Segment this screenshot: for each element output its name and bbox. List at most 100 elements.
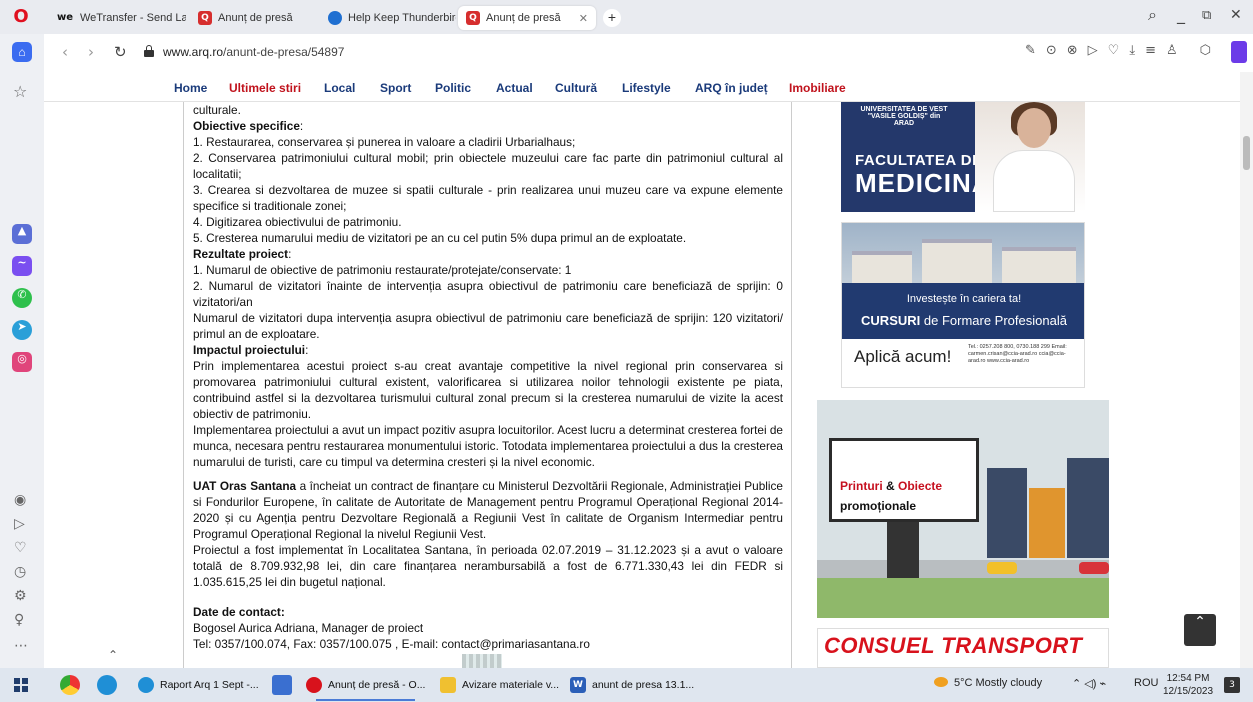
ad-title: CONSUEL TRANSPORT	[824, 633, 1083, 658]
nav-actual[interactable]: Actual	[496, 81, 533, 95]
minimize-button[interactable]: _	[1177, 5, 1185, 24]
ad-printuri-promotionale[interactable]: Printuri & Obiecte promoționale	[817, 400, 1109, 618]
whatsapp-icon[interactable]: ✆	[12, 288, 32, 308]
easy-setup-icon[interactable]: ≡	[1145, 43, 1156, 58]
snapshot-icon[interactable]: ⊙	[1046, 43, 1057, 58]
nav-politic[interactable]: Politic	[435, 81, 471, 95]
article-left-border	[183, 102, 184, 668]
taskbar-app-raport[interactable]: Raport Arq 1 Sept -...	[138, 673, 259, 697]
nav-home[interactable]: Home	[174, 81, 207, 95]
tab-thunderbird[interactable]: Help Keep Thunderbird Al	[320, 6, 456, 30]
result-item: 2. Numarul de vizitatori înainte de inte…	[193, 279, 783, 309]
reload-icon[interactable]: ↻	[114, 43, 127, 61]
instagram-icon[interactable]: ◎	[12, 352, 32, 372]
ad-apply: Aplică acum!	[854, 347, 952, 366]
play-icon[interactable]: ▷	[1088, 43, 1098, 58]
aria-icon[interactable]: ▲	[12, 224, 32, 244]
forward-icon[interactable]: ›	[88, 43, 94, 61]
close-window-button[interactable]: ✕	[1230, 7, 1242, 23]
nav-arq-judet[interactable]: ARQ în județ	[695, 81, 768, 95]
scroll-to-top-button[interactable]: ⌃	[1184, 614, 1216, 646]
road	[817, 560, 1109, 578]
history-icon[interactable]: ◷	[14, 564, 26, 580]
url-field[interactable]: www.arq.ro/anunt-de-presa/54897	[163, 45, 344, 59]
taskbar-app-word[interactable]: W anunt de presa 13.1...	[570, 673, 694, 697]
page-scrollbar[interactable]	[1240, 72, 1253, 668]
nav-cultura[interactable]: Cultură	[555, 81, 597, 95]
ad-cursuri-formare[interactable]: Investește în cariera ta! CURSURI de For…	[841, 222, 1085, 388]
ad-tagline: Investește în cariera ta!	[906, 293, 1022, 305]
weather-icon	[934, 677, 948, 687]
chevron-up-icon[interactable]: ⌃	[108, 648, 126, 666]
weather-widget[interactable]: 5°C Mostly cloudy	[934, 677, 1042, 689]
favorites-icon[interactable]: ♡	[14, 540, 27, 556]
ad-title-line2: MEDICINĂ	[855, 168, 992, 198]
notifications-icon[interactable]: 3	[1224, 677, 1240, 693]
sidebar-toggle[interactable]	[1231, 41, 1247, 63]
contact-heading: Date de contact:	[193, 605, 285, 619]
chrome-icon[interactable]	[60, 675, 80, 695]
downloads-icon[interactable]	[272, 675, 292, 695]
ad-title: Printuri & Obiecte	[840, 479, 943, 493]
restore-button[interactable]: ⧉	[1202, 8, 1211, 23]
tab-wetransfer[interactable]: we WeTransfer - Send Large F	[48, 6, 186, 30]
my-flow-icon[interactable]: ◉	[14, 492, 26, 508]
ad-facultatea-medicina[interactable]: UNIVERSITATEA DE VEST "VASILE GOLDIȘ" di…	[841, 102, 1085, 212]
settings-icon[interactable]: ⚙	[14, 588, 27, 604]
opera-sidebar: ⌂ ☆ ▲ ~ ✆ ➤ ◎ ◉ ▷ ♡ ◷ ⚙ ♀ ⋯	[0, 34, 44, 668]
objectives-heading: Obiective specifice:	[193, 119, 304, 133]
bookmarks-icon[interactable]: ☆	[13, 82, 27, 101]
objective-item: 1. Restaurarea, conservarea și punerea i…	[193, 135, 576, 149]
speed-dial-icon[interactable]: ⌂	[12, 42, 32, 62]
new-tab-button[interactable]: +	[603, 9, 621, 27]
ad-subtitle: promoționale	[840, 499, 917, 513]
messenger-icon[interactable]: ~	[12, 256, 32, 276]
tab-label: Help Keep Thunderbird Al	[348, 12, 456, 24]
billboard-post	[887, 522, 919, 578]
download-icon[interactable]: ⤓	[1129, 43, 1135, 58]
language-indicator[interactable]: ROU	[1134, 677, 1158, 689]
objective-item: 4. Digitizarea obiectivului de patrimoni…	[193, 215, 402, 229]
uat-paragraph: UAT Oras Santana a încheiat un contract …	[193, 479, 783, 541]
tab-anunt-active[interactable]: Q Anunț de presă ✕	[458, 6, 596, 30]
objective-item: 3. Crearea si dezvoltarea de muzee si sp…	[193, 183, 783, 213]
heart-icon[interactable]: ♡	[1108, 43, 1120, 58]
telegram-icon[interactable]: ➤	[12, 320, 32, 340]
nav-sport[interactable]: Sport	[380, 81, 411, 95]
windows-start-icon[interactable]	[14, 678, 28, 692]
extensions-icon[interactable]: ⬡	[1200, 43, 1211, 58]
taskbar-app-anunt[interactable]: Anunț de presă - O...	[306, 673, 425, 701]
clock[interactable]: 12:54 PM 12/15/2023	[1163, 672, 1213, 698]
back-icon[interactable]: ‹	[62, 43, 68, 61]
edge-icon[interactable]	[97, 675, 117, 695]
nav-ultimele-stiri[interactable]: Ultimele stiri	[229, 81, 301, 95]
player-icon[interactable]: ▷	[14, 516, 25, 532]
edit-icon[interactable]: ✎	[1025, 43, 1036, 58]
account-icon[interactable]: ♙	[1166, 43, 1178, 58]
opera-icon	[306, 677, 322, 693]
tray-icons[interactable]: ⌃ ◁) ⌁	[1072, 677, 1106, 690]
vpn-icon[interactable]: ⊗	[1067, 43, 1078, 58]
edge-icon	[138, 677, 154, 693]
nav-lifestyle[interactable]: Lifestyle	[622, 81, 671, 95]
opera-menu-icon[interactable]: O	[10, 6, 32, 28]
more-icon[interactable]: ⋯	[14, 638, 28, 654]
tab-anunt-1[interactable]: Q Anunț de presă	[190, 6, 318, 30]
scrollbar-thumb[interactable]	[1243, 136, 1250, 170]
impact-paragraph: Prin implementarea acestui proiect s-au …	[193, 359, 783, 421]
ad-banner-band	[842, 283, 1084, 339]
search-tabs-icon[interactable]: ⌕	[1148, 5, 1157, 25]
nav-imobiliare[interactable]: Imobiliare	[789, 81, 846, 95]
tips-icon[interactable]: ♀	[14, 612, 24, 628]
doctor-illustration	[975, 102, 1085, 212]
car-illustration	[987, 562, 1017, 574]
nav-local[interactable]: Local	[324, 81, 355, 95]
objective-item: 5. Cresterea numarului mediu de vizitato…	[193, 231, 687, 245]
ad-contact: Tel.: 0257.208 800, 0730.188 299 Email: …	[968, 344, 1067, 364]
taskbar-app-avizare[interactable]: Avizare materiale v...	[440, 673, 559, 697]
billboard: Printuri & Obiecte promoționale	[829, 438, 979, 522]
ad-consuel-transport[interactable]: CONSUEL TRANSPORT	[817, 628, 1109, 668]
site-nav: Home Ultimele stiri Local Sport Politic …	[44, 72, 1244, 102]
tab-label: Anunț de presă	[486, 12, 561, 24]
close-tab-icon[interactable]: ✕	[573, 12, 588, 25]
